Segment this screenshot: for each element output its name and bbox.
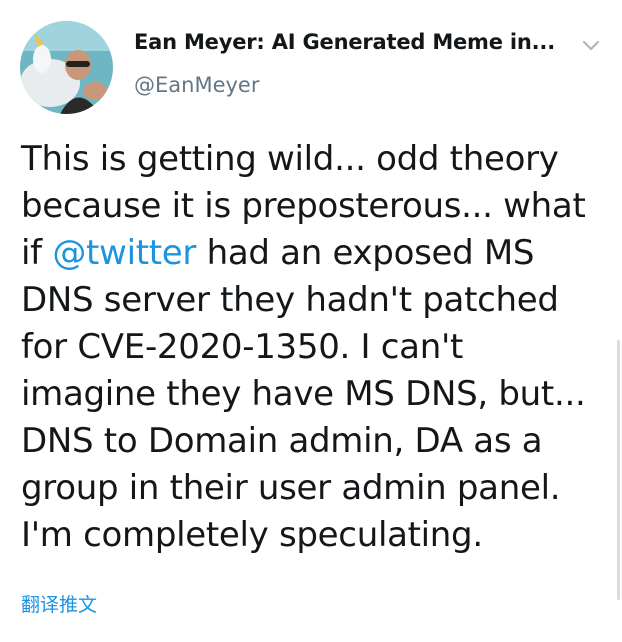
chevron-down-icon[interactable] — [578, 32, 604, 58]
tweet-line: for CVE-2020-1350. I can't — [21, 324, 611, 371]
avatar[interactable] — [20, 21, 113, 114]
tweet-line: imagine they have MS DNS, but... — [21, 371, 611, 418]
author-handle[interactable]: @EanMeyer — [134, 73, 259, 97]
scrollbar[interactable] — [617, 340, 620, 600]
author-display-name[interactable]: Ean Meyer: AI Generated Meme in... — [134, 30, 555, 54]
tweet-line: DNS server they hadn't patched — [21, 277, 611, 324]
tweet-line: because it is preposterous... what — [21, 183, 611, 230]
tweet-text-segment: because it is preposterous... what — [21, 186, 586, 226]
mention-link[interactable]: @twitter — [52, 233, 196, 273]
tweet-text-segment: had an exposed MS — [196, 233, 535, 273]
tweet-line: This is getting wild... odd theory — [21, 136, 611, 183]
tweet-text-segment: DNS to Domain admin, DA as a — [21, 421, 543, 461]
tweet-text-segment: group in their user admin panel. — [21, 468, 561, 508]
tweet-text-segment: DNS server they hadn't patched — [21, 280, 559, 320]
tweet-text-segment: imagine they have MS DNS, but... — [21, 374, 586, 414]
tweet-text-segment: This is getting wild... odd theory — [21, 139, 559, 179]
tweet-text-segment: for CVE-2020-1350. I can't — [21, 327, 464, 367]
tweet-line: if @twitter had an exposed MS — [21, 230, 611, 277]
tweet-text: This is getting wild... odd theory becau… — [21, 136, 611, 559]
tweet-line: group in their user admin panel. — [21, 465, 611, 512]
tweet-line: I'm completely speculating. — [21, 512, 611, 559]
tweet-text-segment: if — [21, 233, 53, 273]
tweet-text-segment: I'm completely speculating. — [21, 515, 483, 555]
avatar-image — [20, 21, 113, 114]
tweet-line: DNS to Domain admin, DA as a — [21, 418, 611, 465]
tweet-card: Ean Meyer: AI Generated Meme in... @EanM… — [0, 0, 622, 642]
translate-tweet-link[interactable]: 翻译推文 — [21, 590, 97, 617]
